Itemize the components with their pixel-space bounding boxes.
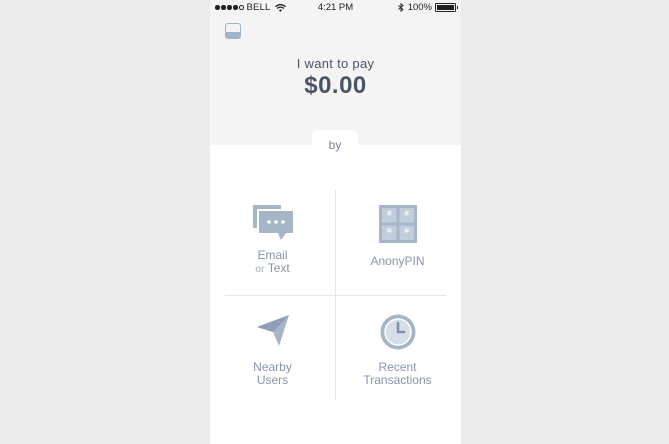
svg-text:*: *	[403, 227, 410, 242]
payment-header: I want to pay $0.00	[210, 15, 461, 145]
panel-toggle-fill	[226, 32, 240, 38]
transactions-label: Transactions	[363, 373, 432, 387]
svg-text:*: *	[386, 227, 393, 242]
anonypin-label: AnonyPIN	[370, 254, 425, 268]
pay-prompt: I want to pay	[296, 56, 375, 71]
nearby-users-option[interactable]: Nearby Users	[210, 295, 335, 400]
email-or-text-option[interactable]: Email or Text	[210, 190, 335, 295]
or-text-label: or Text	[210, 262, 335, 276]
svg-text:*: *	[403, 209, 410, 224]
status-bar: BELL 4:21 PM 100%	[210, 0, 461, 15]
recent-transactions-label: Recent Transactions	[335, 361, 460, 387]
clock-icon	[380, 314, 415, 350]
battery-icon	[435, 3, 458, 12]
phone-screen: BELL 4:21 PM 100% I want to pay $0.00 by	[210, 0, 461, 444]
recent-transactions-option[interactable]: Recent Transactions	[335, 295, 460, 400]
payment-method-grid: Email or Text * * * * AnonyPIN Nearby Us…	[210, 145, 461, 444]
or-label: or	[255, 263, 265, 275]
location-arrow-icon	[256, 315, 289, 346]
battery-percent: 100%	[407, 2, 432, 13]
email-text-label: Email or Text	[210, 249, 335, 276]
chat-bubble-icon	[252, 205, 293, 240]
nearby-users-label: Nearby Users	[210, 361, 335, 387]
panel-toggle-button[interactable]	[225, 23, 241, 39]
status-right: 100%	[397, 2, 458, 13]
svg-text:*: *	[386, 209, 393, 224]
users-label: Users	[256, 373, 289, 387]
text-label: Text	[267, 261, 290, 275]
bluetooth-icon	[397, 3, 404, 12]
pin-keypad-icon: * * * *	[378, 205, 417, 243]
amount-display[interactable]: $0.00	[210, 72, 461, 100]
anonypin-option[interactable]: * * * * AnonyPIN	[335, 190, 460, 295]
